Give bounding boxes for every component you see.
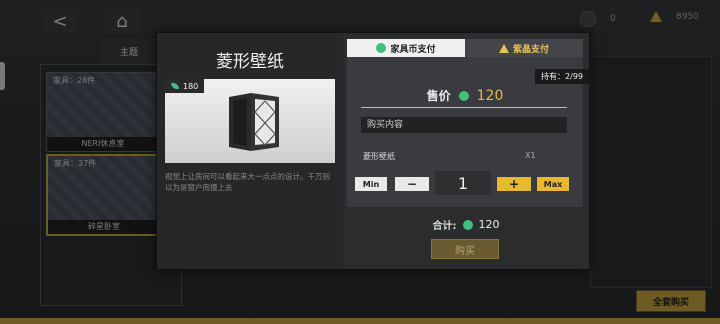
owned-count: 持有：2/99 (535, 69, 589, 84)
price-value: 120 (476, 87, 504, 104)
payment-tabs: 家具币支付 紫晶支付 (347, 39, 583, 57)
tab-coin-payment[interactable]: 家具币支付 (347, 39, 465, 57)
decrease-button[interactable]: − (395, 177, 429, 191)
purchase-dialog: 菱形壁纸 180 视觉上让房间可以看起来大一点点的设计。千万别以为是窗户而撞上去… (156, 32, 590, 270)
leaf-icon (171, 83, 179, 89)
price-label: 售价 (426, 89, 451, 103)
tab-label: 紫晶支付 (512, 44, 549, 55)
leaf-coin-icon (376, 43, 387, 53)
min-button[interactable]: Min (355, 177, 387, 191)
item-description: 视觉上让房间可以看起来大一点点的设计。千万别以为是窗户而撞上去 (165, 172, 330, 192)
buy-button[interactable]: 购买 (431, 239, 499, 259)
divider (361, 107, 567, 108)
tab-crystal-payment[interactable]: 紫晶支付 (465, 39, 583, 57)
wallpaper-item-image (229, 93, 279, 151)
crystal-triangle-icon (498, 43, 509, 53)
increase-button[interactable]: + (497, 177, 531, 191)
item-title: 菱形壁纸 (216, 52, 284, 72)
total-row: 合计: 120 (343, 217, 589, 232)
leaf-coin-icon (458, 90, 469, 101)
item-info-panel: 菱形壁纸 180 视觉上让房间可以看起来大一点点的设计。千万别以为是窗户而撞上去 (157, 33, 343, 269)
buy-content-header: 购买内容 (361, 117, 567, 133)
tab-label: 家具币支付 (390, 44, 436, 55)
buy-item-qty: X1 (525, 151, 536, 160)
item-count-badge: 180 (165, 79, 205, 93)
item-count: 180 (183, 81, 199, 91)
leaf-coin-icon (462, 219, 473, 230)
quantity-value: 1 (435, 171, 491, 195)
price-row: 售价 120 (347, 87, 583, 104)
total-value: 120 (478, 218, 500, 231)
max-button[interactable]: Max (537, 177, 569, 191)
total-label: 合计: (432, 221, 457, 232)
buy-item-name: 菱形壁纸 (363, 152, 395, 161)
payment-panel: 家具币支付 紫晶支付 售价 120 购买内容 菱形壁纸 X1 Min − 1 +… (343, 33, 589, 269)
